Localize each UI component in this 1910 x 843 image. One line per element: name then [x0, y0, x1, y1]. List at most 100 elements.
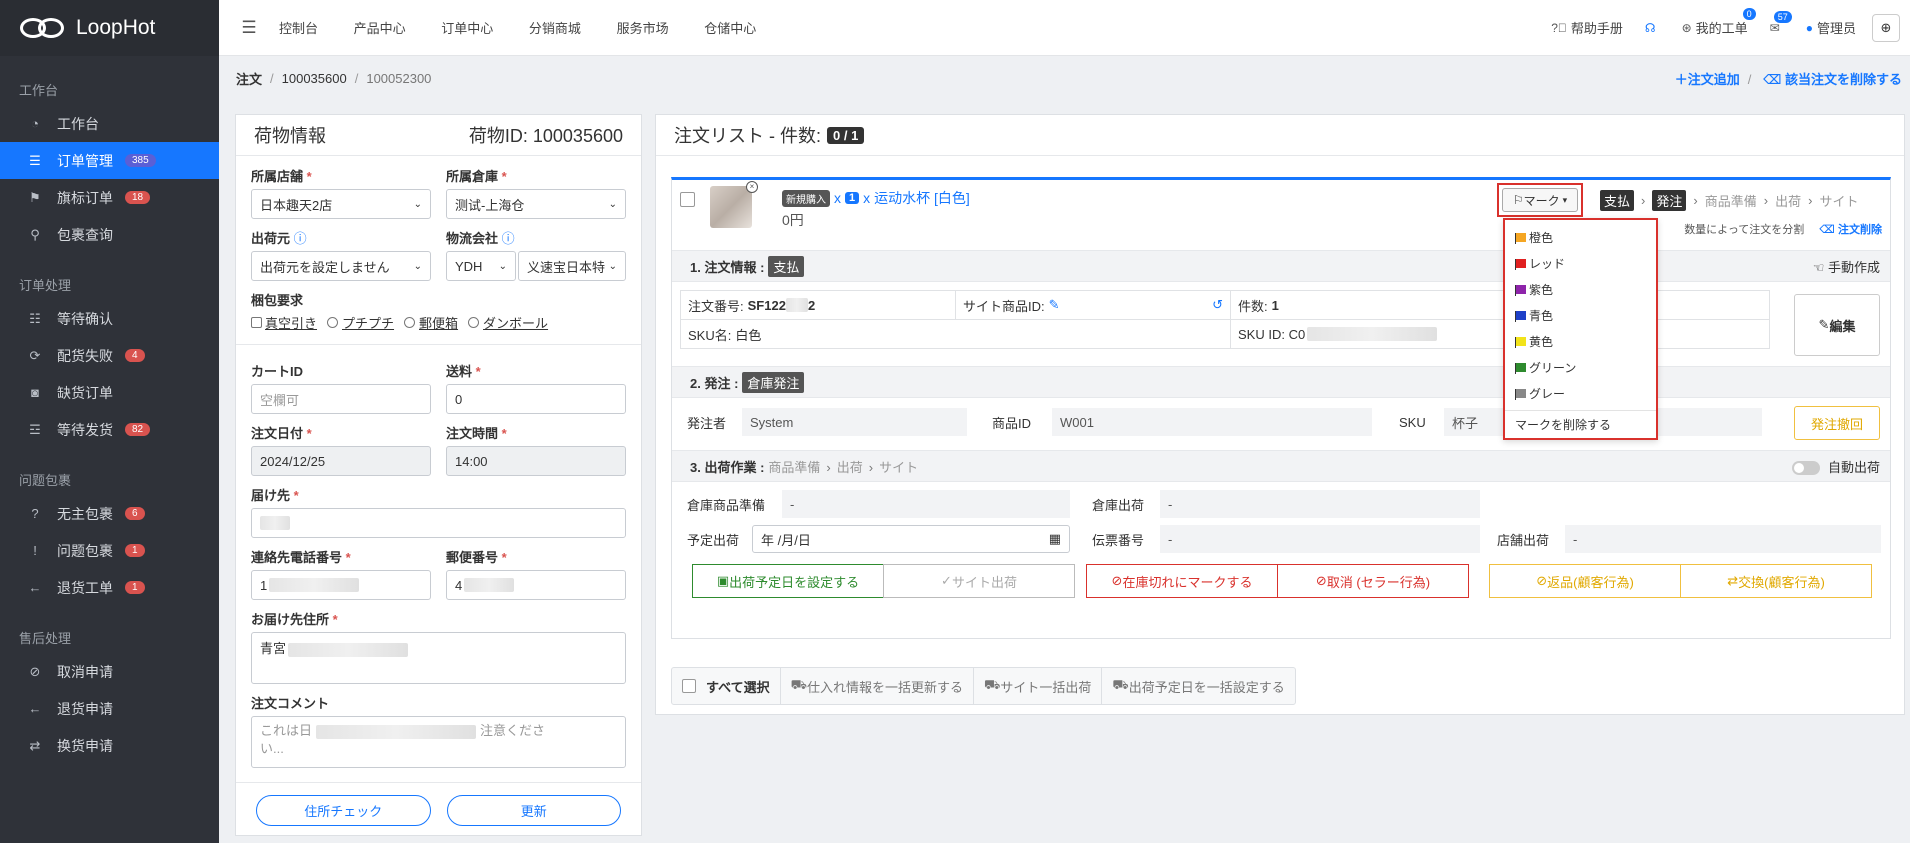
sidebar-item-problem-package[interactable]: ! 问题包裹 1	[0, 532, 219, 569]
comment-textarea[interactable]: これは日 注意くださ い...	[251, 716, 626, 768]
update-button[interactable]: 更新	[446, 795, 621, 826]
logistics-service-select[interactable]: 义速宝日本特 ⌄	[518, 251, 626, 281]
sidebar-item-exchange-request[interactable]: ⇄ 换货申请	[0, 727, 219, 764]
return-customer-button[interactable]: ⊘ 返品(顧客行為)	[1489, 564, 1681, 598]
mark-red-item[interactable]: レッド	[1505, 250, 1656, 276]
delete-order-link[interactable]: ⌫ 該当注文を削除する	[1763, 72, 1902, 87]
select-all-button[interactable]: すべて選択	[672, 668, 781, 704]
topnav-item[interactable]: 产品中心	[354, 21, 406, 36]
remove-mark-item[interactable]: マークを削除する	[1505, 410, 1656, 436]
address-check-button[interactable]: 住所チェック	[256, 795, 431, 826]
calendar-icon[interactable]: ▦	[1049, 531, 1061, 547]
sidebar-item-return-request[interactable]: ← 退货申请	[0, 690, 219, 727]
mark-green-item[interactable]: グリーン	[1505, 354, 1656, 380]
split-order-link[interactable]: 数量によって注文を分割	[1684, 224, 1804, 236]
flag-icon	[1515, 310, 1526, 322]
topnav-item[interactable]: 控制台	[279, 21, 318, 36]
history-icon[interactable]: ↺	[1212, 297, 1223, 313]
help-icon[interactable]: ⓘ	[502, 231, 515, 246]
address-textarea[interactable]: 青宮	[251, 632, 626, 684]
app-logo[interactable]: LoopHot	[0, 0, 219, 56]
search-icon: ⚲	[30, 226, 40, 242]
warehouse-select[interactable]: 测试-上海仓 ⌄	[446, 189, 626, 219]
store-select[interactable]: 日本趣天2店 ⌄	[251, 189, 431, 219]
wh-ship-field: -	[1160, 490, 1480, 518]
topnav-item[interactable]: 分销商城	[529, 21, 581, 36]
edit-button[interactable]: ✎ 編集	[1794, 294, 1880, 356]
arrow-left-icon: ←	[28, 580, 42, 595]
user-menu[interactable]: ● 管理员	[1806, 18, 1856, 37]
cart-icon: ⛟	[790, 677, 807, 692]
sidebar-item-cancel-request[interactable]: ⊘ 取消申请	[0, 653, 219, 690]
sidebar-item-flag-orders[interactable]: ⚑ 旗标订单 18	[0, 179, 219, 216]
menu-toggle-icon[interactable]: ☰	[219, 18, 279, 38]
mark-yellow-item[interactable]: 黄色	[1505, 328, 1656, 354]
mark-out-of-stock-button[interactable]: ⊘ 在庫切れにマークする	[1086, 564, 1278, 598]
delete-order-link[interactable]: ⌫ 注文削除	[1819, 224, 1882, 236]
site-ship-button[interactable]: ✓ サイト出荷	[883, 564, 1075, 598]
logistics-select[interactable]: YDH ⌄	[446, 251, 516, 281]
mark-blue-item[interactable]: 青色	[1505, 302, 1656, 328]
edit-pencil-icon[interactable]: ✎	[1049, 297, 1060, 313]
order-checkbox[interactable]	[680, 192, 695, 207]
help-icon[interactable]: ⓘ	[294, 231, 307, 246]
sidebar-item-unowned-package[interactable]: ? 无主包裹 6	[0, 495, 219, 532]
plan-date-input[interactable]: 年 /月/日 ▦	[752, 525, 1070, 553]
my-ticket-link[interactable]: ⊛ 我的工单 0	[1682, 8, 1756, 37]
topnav-item[interactable]: 订单中心	[441, 21, 493, 36]
packing-bubble-radio[interactable]: プチプチ	[327, 313, 394, 332]
help-link[interactable]: ?⃝ 帮助手册	[1551, 18, 1623, 37]
sidebar-item-await-ship[interactable]: ☲ 等待发货 82	[0, 411, 219, 448]
badge: 1	[125, 544, 145, 557]
select-all-checkbox[interactable]	[682, 679, 696, 693]
mark-orange-item[interactable]: 橙色	[1505, 224, 1656, 250]
mark-purple-item[interactable]: 紫色	[1505, 276, 1656, 302]
sidebar-item-workbench[interactable]: ◔ 工作台	[0, 105, 219, 142]
order-time-input[interactable]: 14:00	[446, 446, 626, 476]
mail-button[interactable]: ✉ 57	[1770, 10, 1792, 35]
product-link[interactable]: 运动水杯 [白色]	[874, 188, 970, 208]
sidebar-item-allocation-failed[interactable]: ⟳ 配货失败 4	[0, 337, 219, 374]
chevron-down-icon: ⌄	[413, 198, 422, 210]
sidebar-item-package-search[interactable]: ⚲ 包裹查询	[0, 216, 219, 253]
flag-icon	[1515, 362, 1526, 374]
chevron-down-icon: ⌄	[498, 260, 507, 272]
mark-gray-item[interactable]: グレー	[1505, 380, 1656, 406]
store-ship-label: 店舗出荷	[1497, 532, 1550, 548]
shipper-select[interactable]: 出荷元を設定しません ⌄	[251, 251, 431, 281]
remove-image-icon[interactable]: ×	[746, 181, 758, 193]
breadcrumb-item[interactable]: 100035600	[282, 71, 347, 86]
shipping-fee-input[interactable]: 0	[446, 384, 626, 414]
toggle-switch[interactable]	[1791, 461, 1820, 476]
add-order-link[interactable]: ＋注文追加	[1675, 72, 1740, 87]
sidebar-item-out-of-stock[interactable]: ◙ 缺货订单	[0, 374, 219, 411]
bulk-set-ship-date-button[interactable]: ⛟ 出荷予定日を一括設定する	[1102, 668, 1294, 704]
cancel-seller-button[interactable]: ⊘ 取消 (セラー行為)	[1277, 564, 1469, 598]
globe-icon[interactable]: ⊕	[1872, 13, 1900, 42]
headset-button[interactable]: ☊	[1645, 21, 1660, 35]
headset-icon: ☊	[1644, 20, 1656, 35]
auto-ship-toggle[interactable]: 自動出荷	[1791, 457, 1890, 476]
packing-cardboard-radio[interactable]: ダンボール	[468, 313, 548, 332]
cancel-purchase-button[interactable]: 発注撤回	[1794, 406, 1880, 440]
order-date-input[interactable]: 2024/12/25	[251, 446, 431, 476]
set-ship-date-button[interactable]: ▣ 出荷予定日を設定する	[692, 564, 884, 598]
zip-input[interactable]: 4	[446, 570, 626, 600]
flag-icon	[1515, 284, 1526, 296]
recipient-input[interactable]	[251, 508, 626, 538]
sidebar-item-return-ticket[interactable]: ← 退货工单 1	[0, 569, 219, 606]
packing-vacuum-checkbox[interactable]: 真空引き	[251, 313, 317, 332]
cart-id-input[interactable]: 空欄可	[251, 384, 431, 414]
phone-input[interactable]: 1	[251, 570, 431, 600]
bulk-site-ship-button[interactable]: ⛟ サイト一括出荷	[974, 668, 1103, 704]
mark-dropdown-button[interactable]: ⚐ マーク ▾	[1497, 183, 1583, 217]
sidebar-item-await-confirm[interactable]: ☷ 等待确认	[0, 300, 219, 337]
breadcrumb-item[interactable]: 注文	[236, 69, 262, 88]
packing-mailbox-radio[interactable]: 郵便箱	[404, 313, 458, 332]
exchange-customer-button[interactable]: ⇄ 交換(顧客行為)	[1680, 564, 1872, 598]
logistics-label: 物流会社	[446, 231, 499, 246]
sidebar-item-order-management[interactable]: ☰ 订单管理 385	[0, 142, 219, 179]
topnav-item[interactable]: 仓储中心	[704, 21, 756, 36]
topnav-item[interactable]: 服务市场	[617, 21, 669, 36]
bulk-update-purchase-button[interactable]: ⛟ 仕入れ情報を一括更新する	[781, 668, 974, 704]
